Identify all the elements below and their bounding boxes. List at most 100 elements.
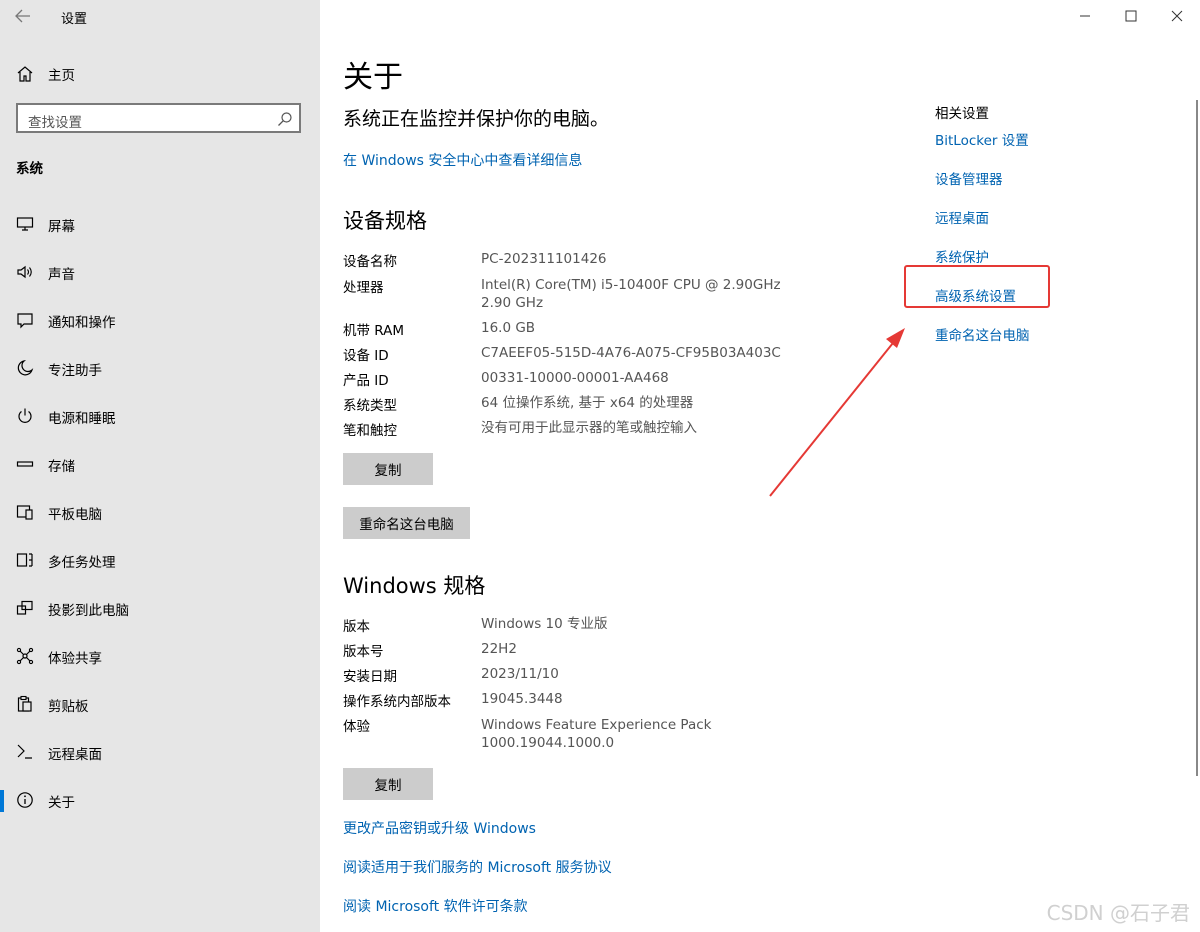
spec-label: 操作系统内部版本 xyxy=(343,694,451,710)
spec-label: 设备名称 xyxy=(343,254,397,270)
spec-label: 产品 ID xyxy=(343,373,389,389)
spec-label: 版本 xyxy=(343,619,370,635)
nav-item-multitasking[interactable]: 多任务处理 xyxy=(0,540,320,580)
nav-item-label: 屏幕 xyxy=(48,219,75,235)
windows-spec-heading: Windows 规格 xyxy=(343,574,486,598)
nav-home[interactable]: 主页 xyxy=(0,58,320,88)
highlight-box xyxy=(904,265,1050,308)
copy-device-spec-button[interactable]: 复制 xyxy=(343,453,433,485)
nav-item-label: 体验共享 xyxy=(48,651,102,667)
minimize-icon xyxy=(1080,15,1090,17)
spec-value: 64 位操作系统, 基于 x64 的处理器 xyxy=(481,395,694,411)
spec-value: 19045.3448 xyxy=(481,691,563,707)
nav-item-storage[interactable]: 存储 xyxy=(0,444,320,484)
sidebar: 设置 主页 查找设置 系统 屏幕 声音 通知和操作 专注助手 电源和睡眠 存储 … xyxy=(0,0,320,932)
search-icon xyxy=(278,112,292,126)
back-button[interactable] xyxy=(8,2,38,30)
related-settings-title: 相关设置 xyxy=(935,106,989,122)
section-title: 系统 xyxy=(16,161,43,177)
nav-item-label: 远程桌面 xyxy=(48,747,102,763)
close-button[interactable] xyxy=(1154,0,1200,32)
protection-status: 系统正在监控并保护你的电脑。 xyxy=(343,108,610,130)
minimize-button[interactable] xyxy=(1062,0,1108,32)
moon-icon xyxy=(17,359,34,376)
spec-value: Intel(R) Core(TM) i5-10400F CPU @ 2.90GH… xyxy=(481,277,781,311)
license-terms-link[interactable]: 阅读 Microsoft 软件许可条款 xyxy=(343,896,528,916)
spec-label: 机带 RAM xyxy=(343,323,405,339)
info-icon xyxy=(17,792,33,808)
spec-label: 系统类型 xyxy=(343,398,397,414)
nav-item-tablet[interactable]: 平板电脑 xyxy=(0,492,320,532)
maximize-icon xyxy=(1125,10,1137,22)
rename-pc-button[interactable]: 重命名这台电脑 xyxy=(343,507,470,539)
share-icon xyxy=(16,647,34,665)
change-product-key-link[interactable]: 更改产品密钥或升级 Windows xyxy=(343,818,536,838)
project-icon xyxy=(16,600,33,615)
copy-windows-spec-button[interactable]: 复制 xyxy=(343,768,433,800)
tablet-icon xyxy=(16,505,33,520)
nav-item-label: 电源和睡眠 xyxy=(48,411,116,427)
nav-item-clipboard[interactable]: 剪贴板 xyxy=(0,684,320,724)
nav-item-label: 平板电脑 xyxy=(48,507,102,523)
spec-value: PC-202311101426 xyxy=(481,251,607,267)
annotation-arrow-icon xyxy=(769,328,905,497)
nav-item-about[interactable]: 关于 xyxy=(0,780,320,820)
rename-pc-link[interactable]: 重命名这台电脑 xyxy=(935,324,1030,344)
nav-item-display[interactable]: 屏幕 xyxy=(0,204,320,244)
nav-item-shared-experiences[interactable]: 体验共享 xyxy=(0,636,320,676)
spec-value: 没有可用于此显示器的笔或触控输入 xyxy=(481,420,697,436)
nav-item-projecting[interactable]: 投影到此电脑 xyxy=(0,588,320,628)
security-center-link[interactable]: 在 Windows 安全中心中查看详细信息 xyxy=(343,150,582,170)
search-input[interactable]: 查找设置 xyxy=(16,103,301,133)
remote-desktop-link[interactable]: 远程桌面 xyxy=(935,207,989,227)
spec-label: 版本号 xyxy=(343,644,384,660)
multitask-icon xyxy=(16,553,33,567)
nav-home-label: 主页 xyxy=(48,68,75,84)
nav-item-label: 剪贴板 xyxy=(48,699,89,715)
spec-value: 00331-10000-00001-AA468 xyxy=(481,370,669,386)
spec-label: 笔和触控 xyxy=(343,423,397,439)
active-indicator xyxy=(0,790,4,812)
spec-label: 处理器 xyxy=(343,280,384,296)
nav-item-label: 多任务处理 xyxy=(48,555,116,571)
spec-label: 设备 ID xyxy=(343,348,389,364)
back-arrow-icon xyxy=(15,9,30,23)
spec-value: C7AEEF05-515D-4A76-A075-CF95B03A403C xyxy=(481,345,781,361)
close-icon xyxy=(1171,10,1183,22)
scrollbar[interactable] xyxy=(1196,100,1198,776)
spec-value: Windows 10 专业版 xyxy=(481,616,608,632)
nav-item-label: 声音 xyxy=(48,267,75,283)
services-agreement-link[interactable]: 阅读适用于我们服务的 Microsoft 服务协议 xyxy=(343,857,612,877)
nav-item-label: 存储 xyxy=(48,459,75,475)
maximize-button[interactable] xyxy=(1108,0,1154,32)
system-protection-link[interactable]: 系统保护 xyxy=(935,246,989,266)
storage-icon xyxy=(16,461,34,467)
nav-item-label: 关于 xyxy=(48,795,75,811)
device-manager-link[interactable]: 设备管理器 xyxy=(935,168,1003,188)
home-icon xyxy=(17,66,33,82)
spec-value: 16.0 GB xyxy=(481,320,536,336)
speaker-icon xyxy=(17,265,32,279)
device-spec-heading: 设备规格 xyxy=(343,209,427,233)
nav-item-notifications[interactable]: 通知和操作 xyxy=(0,300,320,340)
nav-item-remote-desktop[interactable]: 远程桌面 xyxy=(0,732,320,772)
nav-item-label: 投影到此电脑 xyxy=(48,603,129,619)
search-placeholder: 查找设置 xyxy=(28,115,82,131)
bitlocker-link[interactable]: BitLocker 设置 xyxy=(935,129,1029,149)
window-title: 设置 xyxy=(61,12,88,27)
nav-item-sound[interactable]: 声音 xyxy=(0,252,320,292)
power-icon xyxy=(18,408,32,423)
nav-item-label: 通知和操作 xyxy=(48,315,116,331)
notification-icon xyxy=(17,313,33,329)
spec-value: 2023/11/10 xyxy=(481,666,559,682)
watermark: CSDN @石子君 xyxy=(1046,901,1190,925)
spec-label: 体验 xyxy=(343,719,370,735)
monitor-icon xyxy=(16,217,34,231)
nav-item-power[interactable]: 电源和睡眠 xyxy=(0,396,320,436)
spec-value: 22H2 xyxy=(481,641,517,657)
clipboard-icon xyxy=(17,695,32,712)
nav-item-focus-assist[interactable]: 专注助手 xyxy=(0,348,320,388)
remote-icon xyxy=(17,744,32,759)
spec-value: Windows Feature Experience Pack 1000.190… xyxy=(481,717,712,751)
page-title: 关于 xyxy=(343,60,403,95)
